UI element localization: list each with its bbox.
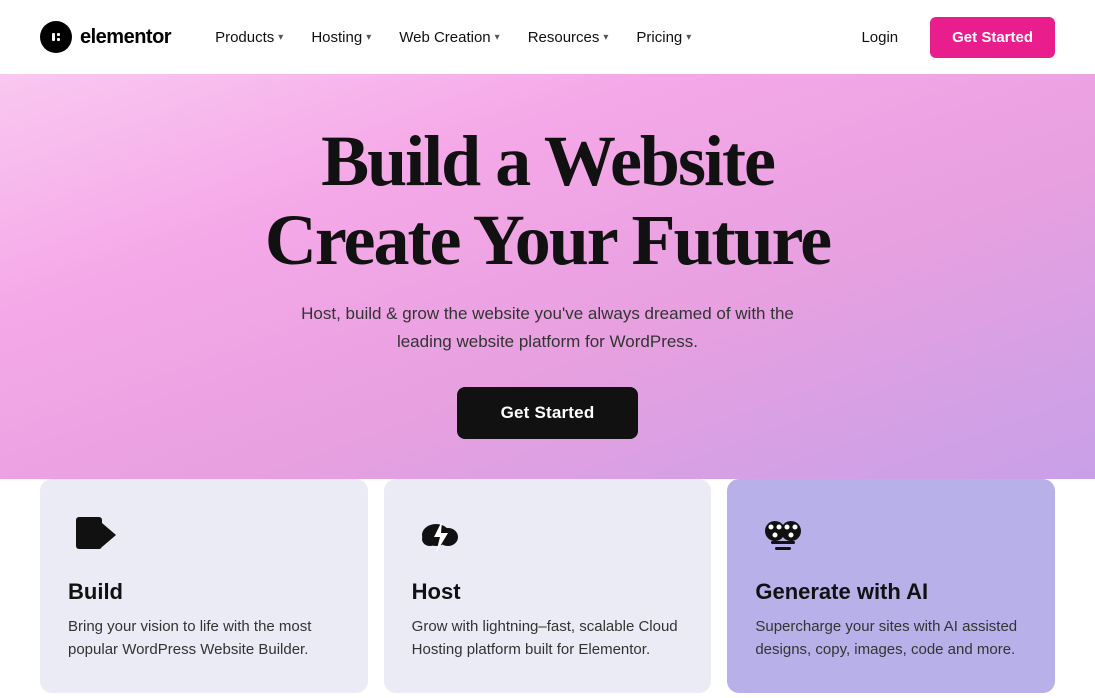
ai-icon: [755, 507, 811, 563]
logo[interactable]: elementor: [40, 21, 171, 53]
logo-text: elementor: [80, 26, 171, 49]
nav-item-web-creation[interactable]: Web Creation ▾: [387, 21, 511, 54]
nav-item-products[interactable]: Products ▾: [203, 21, 295, 54]
nav-right: Login Get Started: [845, 17, 1055, 58]
nav-item-resources[interactable]: Resources ▾: [516, 21, 621, 54]
hero-get-started-button[interactable]: Get Started: [457, 387, 639, 439]
card-build-title: Build: [68, 579, 340, 605]
chevron-down-icon: ▾: [495, 32, 500, 43]
chevron-down-icon: ▾: [278, 32, 283, 43]
build-icon: [68, 507, 124, 563]
card-ai-title: Generate with AI: [755, 579, 1027, 605]
login-button[interactable]: Login: [845, 21, 914, 54]
card-ai-desc: Supercharge your sites with AI assisted …: [755, 615, 1027, 662]
nav-item-hosting[interactable]: Hosting ▾: [299, 21, 383, 54]
chevron-down-icon: ▾: [366, 32, 371, 43]
nav-links: Products ▾ Hosting ▾ Web Creation ▾ Reso…: [203, 21, 845, 54]
chevron-down-icon: ▾: [603, 32, 608, 43]
card-host-desc: Grow with lightning–fast, scalable Cloud…: [412, 615, 684, 662]
hero-subtitle: Host, build & grow the website you've al…: [288, 300, 808, 354]
card-build: Build Bring your vision to life with the…: [40, 479, 368, 694]
card-host: Host Grow with lightning–fast, scalable …: [384, 479, 712, 694]
navigation: elementor Products ▾ Hosting ▾ Web Creat…: [0, 0, 1095, 74]
nav-item-pricing[interactable]: Pricing ▾: [624, 21, 703, 54]
host-icon: [412, 507, 468, 563]
nav-get-started-button[interactable]: Get Started: [930, 17, 1055, 58]
card-host-title: Host: [412, 579, 684, 605]
chevron-down-icon: ▾: [686, 32, 691, 43]
hero-title: Build a Website Create Your Future: [265, 122, 830, 280]
cards-section: Build Bring your vision to life with the…: [0, 479, 1095, 694]
logo-icon: [40, 21, 72, 53]
card-build-desc: Bring your vision to life with the most …: [68, 615, 340, 662]
hero-section: Build a Website Create Your Future Host,…: [0, 74, 1095, 479]
card-ai: Generate with AI Supercharge your sites …: [727, 479, 1055, 694]
